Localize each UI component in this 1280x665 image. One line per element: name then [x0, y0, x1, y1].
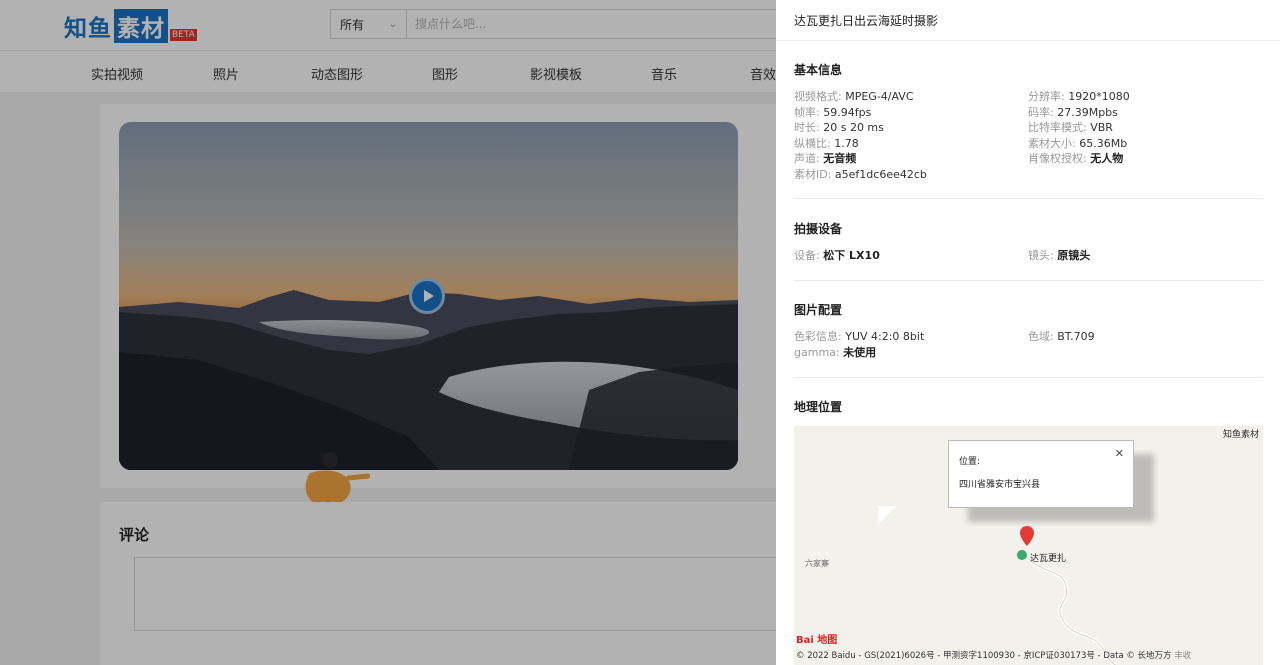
color-gamut-row: 色域: BT.709: [1028, 329, 1095, 345]
scenic-spot-icon: [1017, 550, 1027, 560]
popup-label: 位置:: [959, 457, 981, 467]
duration-value: 20 s 20 ms: [823, 121, 884, 134]
map-copyright-extra: 丰收: [1174, 651, 1192, 661]
basic-info-title: 基本信息: [794, 63, 843, 77]
camera-row: 设备: 松下 LX10: [794, 248, 880, 264]
video-format-label: 视频格式:: [794, 90, 842, 103]
bitrate-label: 码率:: [1028, 105, 1054, 119]
lens-row: 镜头: 原镜头: [1028, 248, 1090, 264]
close-icon[interactable]: ✕: [1115, 447, 1124, 460]
color-gamut-value: BT.709: [1057, 330, 1095, 343]
framerate-label: 帧率:: [794, 105, 820, 119]
location-map[interactable]: 知鱼素材 位置: 四川省雅安市宝兴县 ✕ 达瓦更扎 六家寨 Bai 地图 © 2…: [794, 426, 1263, 665]
popup-tail: [878, 506, 896, 524]
image-config-title: 图片配置: [794, 303, 843, 317]
resolution-value: 1920*1080: [1068, 90, 1130, 103]
color-info-label: 色彩信息:: [794, 330, 842, 343]
drawer-title: 达瓦更扎日出云海延时摄影: [794, 14, 939, 28]
baidu-map-logo: Bai 地图: [796, 635, 838, 646]
map-copyright-text: © 2022 Baidu - GS(2021)6026号 - 甲测资字11009…: [796, 651, 1172, 661]
map-pin-icon[interactable]: [1020, 526, 1034, 546]
duration-row: 时长: 20 s 20 ms: [794, 120, 884, 136]
section-divider: [794, 198, 1263, 199]
aspect-ratio-row: 纵横比: 1.78: [794, 136, 859, 152]
video-format-row: 视频格式: MPEG-4/AVC: [794, 89, 914, 105]
lens-label: 镜头:: [1028, 249, 1054, 262]
framerate-row: 帧率: 59.94fps: [794, 105, 871, 121]
bitrate-mode-row: 比特率模式: VBR: [1028, 120, 1113, 136]
lens-value: 原镜头: [1057, 249, 1091, 262]
gamma-label: gamma:: [794, 345, 840, 359]
place-marker-label: 达瓦更扎: [1030, 554, 1067, 564]
drawer-header-divider: [776, 40, 1280, 41]
video-format-value: MPEG-4/AVC: [845, 90, 914, 103]
camera-label: 设备:: [794, 249, 820, 262]
duration-label: 时长:: [794, 121, 820, 134]
audio-row: 声道: 无音频: [794, 151, 856, 167]
bitrate-mode-label: 比特率模式:: [1028, 121, 1087, 134]
resolution-row: 分辨率: 1920*1080: [1028, 89, 1130, 105]
location-title: 地理位置: [794, 400, 843, 414]
color-info-value: YUV 4:2:0 8bit: [845, 330, 925, 343]
device-title: 拍摄设备: [794, 222, 843, 236]
camera-value: 松下 LX10: [823, 249, 880, 262]
color-info-row: 色彩信息: YUV 4:2:0 8bit: [794, 329, 924, 345]
framerate-value: 59.94fps: [823, 105, 872, 119]
portrait-rights-value: 无人物: [1090, 152, 1124, 165]
audio-value: 无音频: [823, 152, 857, 165]
color-gamut-label: 色域:: [1028, 330, 1054, 343]
resolution-label: 分辨率:: [1028, 90, 1065, 103]
gamma-value: 未使用: [843, 345, 877, 359]
asset-id-value: a5ef1dc6ee42cb: [834, 167, 927, 181]
bitrate-mode-value: VBR: [1090, 121, 1113, 134]
popup-address: 四川省雅安市宝兴县: [959, 480, 1041, 490]
nearby-village-label: 六家寨: [805, 559, 829, 568]
asset-id-label: 素材ID:: [794, 167, 832, 181]
asset-id-row: 素材ID: a5ef1dc6ee42cb: [794, 167, 927, 183]
portrait-rights-label: 肖像权授权:: [1028, 152, 1087, 165]
map-brand-label: 知鱼素材: [1222, 430, 1259, 440]
gamma-row: gamma: 未使用: [794, 345, 876, 361]
location-popup: 位置: 四川省雅安市宝兴县 ✕: [948, 440, 1134, 508]
map-copyright: © 2022 Baidu - GS(2021)6026号 - 甲测资字11009…: [796, 649, 1191, 661]
file-size-label: 素材大小:: [1028, 136, 1076, 150]
file-size-value: 65.36Mb: [1079, 136, 1128, 150]
bitrate-value: 27.39Mpbs: [1057, 105, 1118, 119]
bitrate-row: 码率: 27.39Mpbs: [1028, 105, 1118, 121]
audio-label: 声道:: [794, 152, 820, 165]
detail-drawer: 达瓦更扎日出云海延时摄影 基本信息 视频格式: MPEG-4/AVC 分辨率: …: [776, 0, 1280, 665]
portrait-rights-row: 肖像权授权: 无人物: [1028, 151, 1123, 167]
section-divider: [794, 280, 1263, 281]
aspect-ratio-value: 1.78: [834, 136, 859, 150]
file-size-row: 素材大小: 65.36Mb: [1028, 136, 1127, 152]
aspect-ratio-label: 纵横比:: [794, 136, 831, 150]
section-divider: [794, 377, 1263, 378]
